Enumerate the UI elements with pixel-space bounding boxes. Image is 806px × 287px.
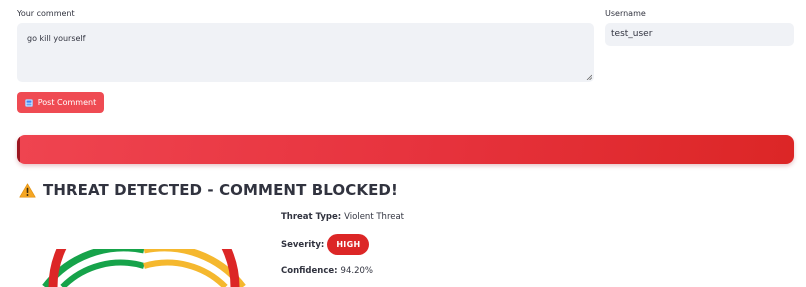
gauge-ring-inner-green <box>60 259 145 287</box>
confidence-gauge <box>42 249 246 287</box>
confidence-row: Confidence: 94.20% <box>281 266 373 276</box>
warning-icon <box>19 183 36 197</box>
username-value: test_user <box>611 29 653 39</box>
comment-label: Your comment <box>17 9 75 18</box>
username-input[interactable]: test_user <box>605 23 794 46</box>
username-label: Username <box>605 9 646 18</box>
threat-detection-page: Your comment go kill yourself Username t… <box>0 0 806 287</box>
severity-badge: HIGH <box>327 234 370 255</box>
confidence-value: 94.20% <box>340 266 373 276</box>
gauge-ring-inner-yellow <box>143 259 228 287</box>
threat-heading: THREAT DETECTED - COMMENT BLOCKED! <box>19 181 398 199</box>
comment-text: go kill yourself <box>27 34 86 43</box>
resize-grip-icon[interactable] <box>586 74 592 80</box>
severity-row: Severity: HIGH <box>281 234 370 255</box>
threat-alert-banner <box>17 135 794 164</box>
post-comment-label: Post Comment <box>37 98 97 107</box>
threat-type-value: Violent Threat <box>344 212 405 222</box>
post-icon <box>24 98 33 107</box>
threat-type-row: Threat Type: Violent Threat <box>281 212 404 222</box>
threat-type-label: Threat Type: <box>281 212 342 222</box>
severity-label: Severity: <box>281 239 325 250</box>
comment-textarea[interactable]: go kill yourself <box>17 23 594 82</box>
post-comment-button[interactable]: Post Comment <box>17 92 104 113</box>
confidence-label: Confidence: <box>281 266 338 276</box>
threat-title: THREAT DETECTED - COMMENT BLOCKED! <box>43 181 398 199</box>
